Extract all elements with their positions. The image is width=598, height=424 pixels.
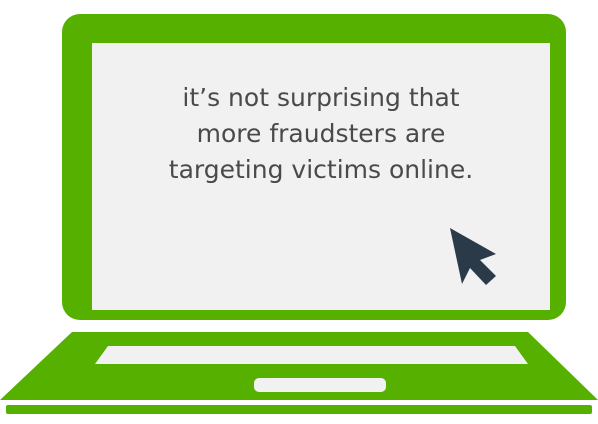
touchpad [254,378,386,392]
message-line-3: targeting victims online. [168,155,474,184]
message-line-1: it’s not surprising that [182,83,460,112]
keyboard-strip [95,346,528,364]
laptop-illustration: it’s not surprising that more fraudsters… [0,0,598,424]
laptop-base-edge [6,405,592,414]
message-line-2: more fraudsters are [196,119,446,148]
laptop-graphic [0,14,598,414]
screen-message: it’s not surprising that more fraudsters… [92,80,550,188]
